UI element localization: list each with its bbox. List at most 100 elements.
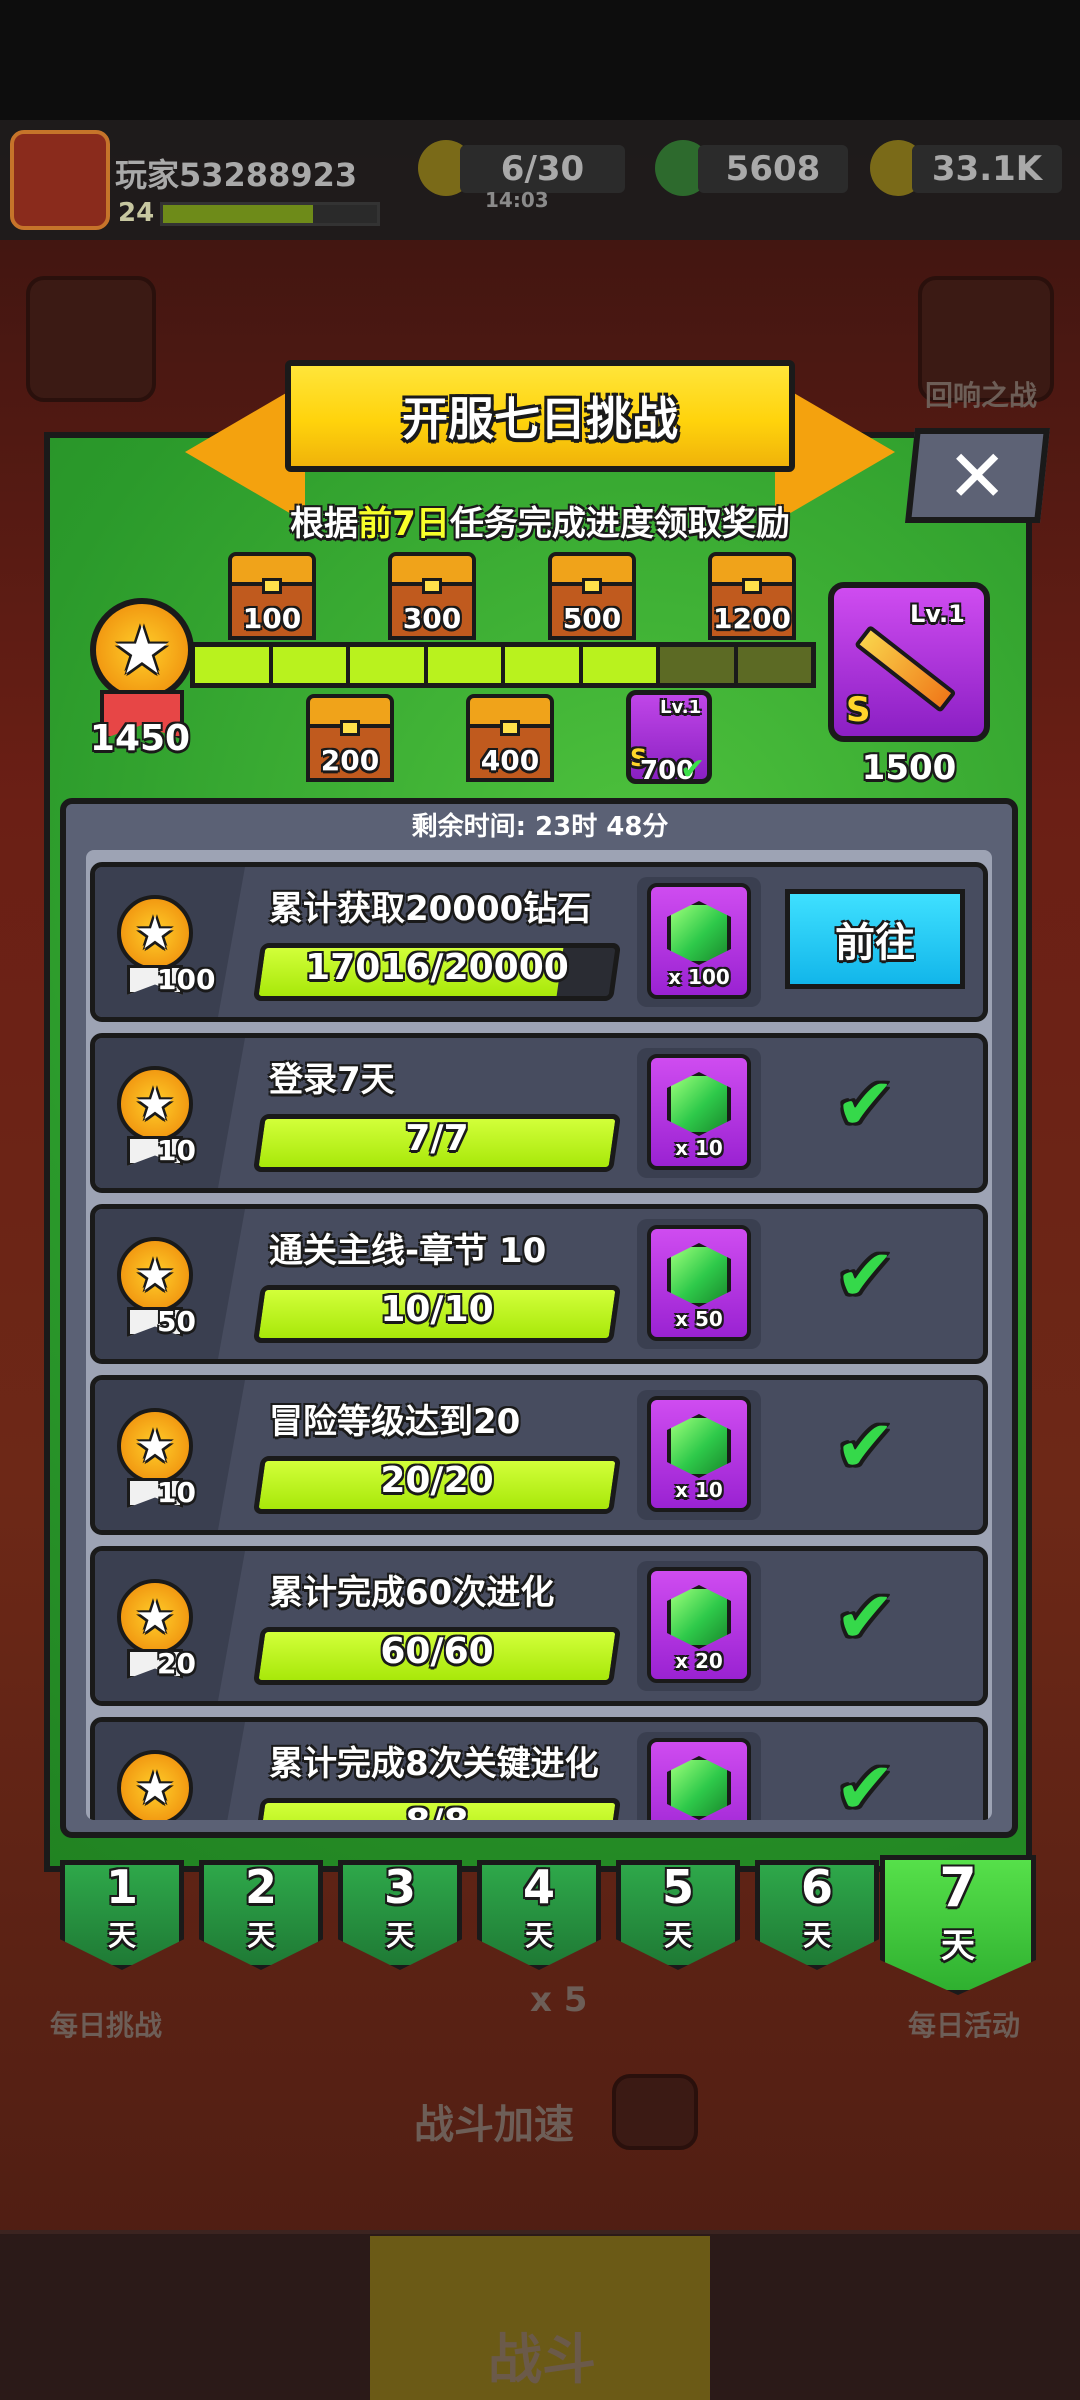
progress-segment — [582, 647, 656, 683]
progress-segment — [350, 647, 424, 683]
day-unit: 天 — [663, 1919, 692, 1952]
star-medal-icon: ★ — [117, 1750, 193, 1820]
subtitle-prefix: 根据 — [290, 504, 359, 544]
task-title: 登录7天 — [269, 1060, 395, 1100]
task-row: ★ 累计完成8次关键进化 8/8 ✔ — [90, 1717, 988, 1820]
dialog-title: 开服七日挑战 — [402, 392, 678, 446]
task-progress-text: 60/60 — [380, 1631, 494, 1672]
milestone-chest-300[interactable]: 300 — [388, 552, 476, 644]
task-title: 冒险等级达到20 — [269, 1402, 521, 1442]
status-bar — [0, 0, 1080, 120]
avatar[interactable] — [10, 130, 110, 230]
mid-reward-level: Lv.1 — [660, 697, 702, 718]
day-unit: 天 — [941, 1926, 975, 1966]
task-progress-text: 10/10 — [380, 1289, 494, 1330]
check-icon: ✔ — [680, 752, 706, 787]
day-unit: 天 — [246, 1919, 275, 1952]
menu-button[interactable] — [26, 276, 156, 402]
grand-reward-rarity: S — [846, 690, 871, 730]
gem-counter: 5608 — [698, 145, 848, 193]
day-number: 5 — [661, 1860, 694, 1914]
check-icon: ✔ — [835, 1233, 896, 1317]
chest-lock-icon — [582, 578, 602, 594]
day-number: 1 — [105, 1860, 138, 1914]
gem-count: x 10 — [675, 1478, 723, 1502]
gem-count: x 10 — [675, 1136, 723, 1160]
progress-segment — [195, 647, 269, 683]
day-unit: 天 — [802, 1919, 831, 1952]
star-medal-icon: ★ — [117, 1237, 193, 1313]
chest-lock-icon — [262, 578, 282, 594]
milestone-value: 200 — [320, 744, 380, 777]
day-number: 6 — [800, 1860, 833, 1914]
gem-count: x 20 — [675, 1649, 723, 1673]
chest-lock-icon — [340, 720, 360, 736]
nav-equipment[interactable] — [190, 2236, 370, 2400]
grand-reward-value: 1500 — [861, 748, 957, 788]
speed-multiplier: x 5 — [530, 1980, 588, 2020]
milestone-value: 100 — [242, 602, 302, 635]
star-medal-icon: ★ — [117, 1408, 193, 1484]
task-progress-text: 8/8 — [257, 1802, 617, 1820]
day-number: 7 — [939, 1856, 977, 1919]
milestone-value: 300 — [402, 602, 462, 635]
chest-lock-icon — [742, 578, 762, 594]
day-unit: 天 — [385, 1919, 414, 1952]
player-name: 玩家53288923 — [115, 156, 358, 194]
task-progress-text: 20/20 — [380, 1460, 494, 1501]
gem-count: x 100 — [668, 965, 730, 989]
check-icon: ✔ — [835, 1746, 896, 1820]
milestone-value: 1200 — [713, 602, 791, 635]
task-points: 10 — [157, 1134, 196, 1167]
milestone-chest-1200[interactable]: 1200 — [708, 552, 796, 644]
task-title: 累计完成60次进化 — [269, 1573, 555, 1613]
nav-battle-label: 战斗 — [488, 2328, 596, 2391]
gold-counter: 33.1K — [912, 145, 1062, 193]
task-points: 50 — [157, 1305, 196, 1338]
task-title: 累计获取20000钻石 — [269, 889, 592, 929]
progress-segment — [660, 647, 734, 683]
chest-lock-icon — [422, 578, 442, 594]
daily-activity-label: 每日活动 — [908, 2009, 1021, 2042]
milestone-chest-100[interactable]: 100 — [228, 552, 316, 644]
task-points: 10 — [157, 1476, 196, 1509]
task-points: 20 — [157, 1647, 196, 1680]
milestone-chest-500[interactable]: 500 — [548, 552, 636, 644]
battle-speed-toggle[interactable] — [612, 2074, 698, 2150]
xp-bar — [160, 202, 380, 226]
task-progress-text: 7/7 — [405, 1118, 469, 1159]
points-medal-icon: ★ — [90, 598, 194, 702]
day-unit: 天 — [524, 1919, 553, 1952]
progress-segment — [737, 647, 811, 683]
go-button[interactable]: 前往 — [785, 889, 965, 989]
day-unit: 天 — [107, 1919, 136, 1952]
subtitle-highlight: 前7日 — [358, 504, 450, 544]
task-points: 100 — [157, 963, 216, 996]
remaining-time: 剩余时间: 23时 48分 — [411, 812, 669, 842]
day-number: 4 — [522, 1860, 555, 1914]
task-progress-text: 17016/20000 — [305, 947, 569, 988]
battle-speed-label: 战斗加速 — [414, 2102, 574, 2148]
day-number: 2 — [244, 1860, 277, 1914]
check-icon: ✔ — [835, 1404, 896, 1488]
player-level: 24 — [118, 198, 155, 228]
task-list[interactable]: ★ 100 累计获取20000钻石 17016/20000 x 100 前往 ★ 10 登录7天… — [86, 850, 992, 1820]
chest-lock-icon — [500, 720, 520, 736]
daily-challenge-label: 每日挑战 — [50, 2009, 163, 2042]
milestone-chest-400[interactable]: 400 — [466, 694, 554, 786]
nav-talents[interactable] — [730, 2236, 910, 2400]
echo-battle-label: 回响之战 — [925, 379, 1038, 412]
progress-segment — [272, 647, 346, 683]
milestone-value: 500 — [562, 602, 622, 635]
title-banner: 开服七日挑战 — [285, 360, 795, 472]
nav-shop[interactable] — [0, 2236, 180, 2400]
star-medal-icon: ★ — [117, 1066, 193, 1142]
nav-evolution[interactable] — [900, 2236, 1080, 2400]
points-progress-track — [190, 642, 816, 688]
subtitle-suffix: 任务完成进度领取奖励 — [449, 504, 790, 544]
milestone-chest-200[interactable]: 200 — [306, 694, 394, 786]
dialog-subtitle: 根据前7日任务完成进度领取奖励 — [0, 496, 1080, 545]
task-title: 通关主线-章节 10 — [269, 1231, 547, 1271]
progress-segment — [427, 647, 501, 683]
task-row: ★ 50 通关主线-章节 10 10/10 x 50 ✔ — [90, 1204, 988, 1364]
